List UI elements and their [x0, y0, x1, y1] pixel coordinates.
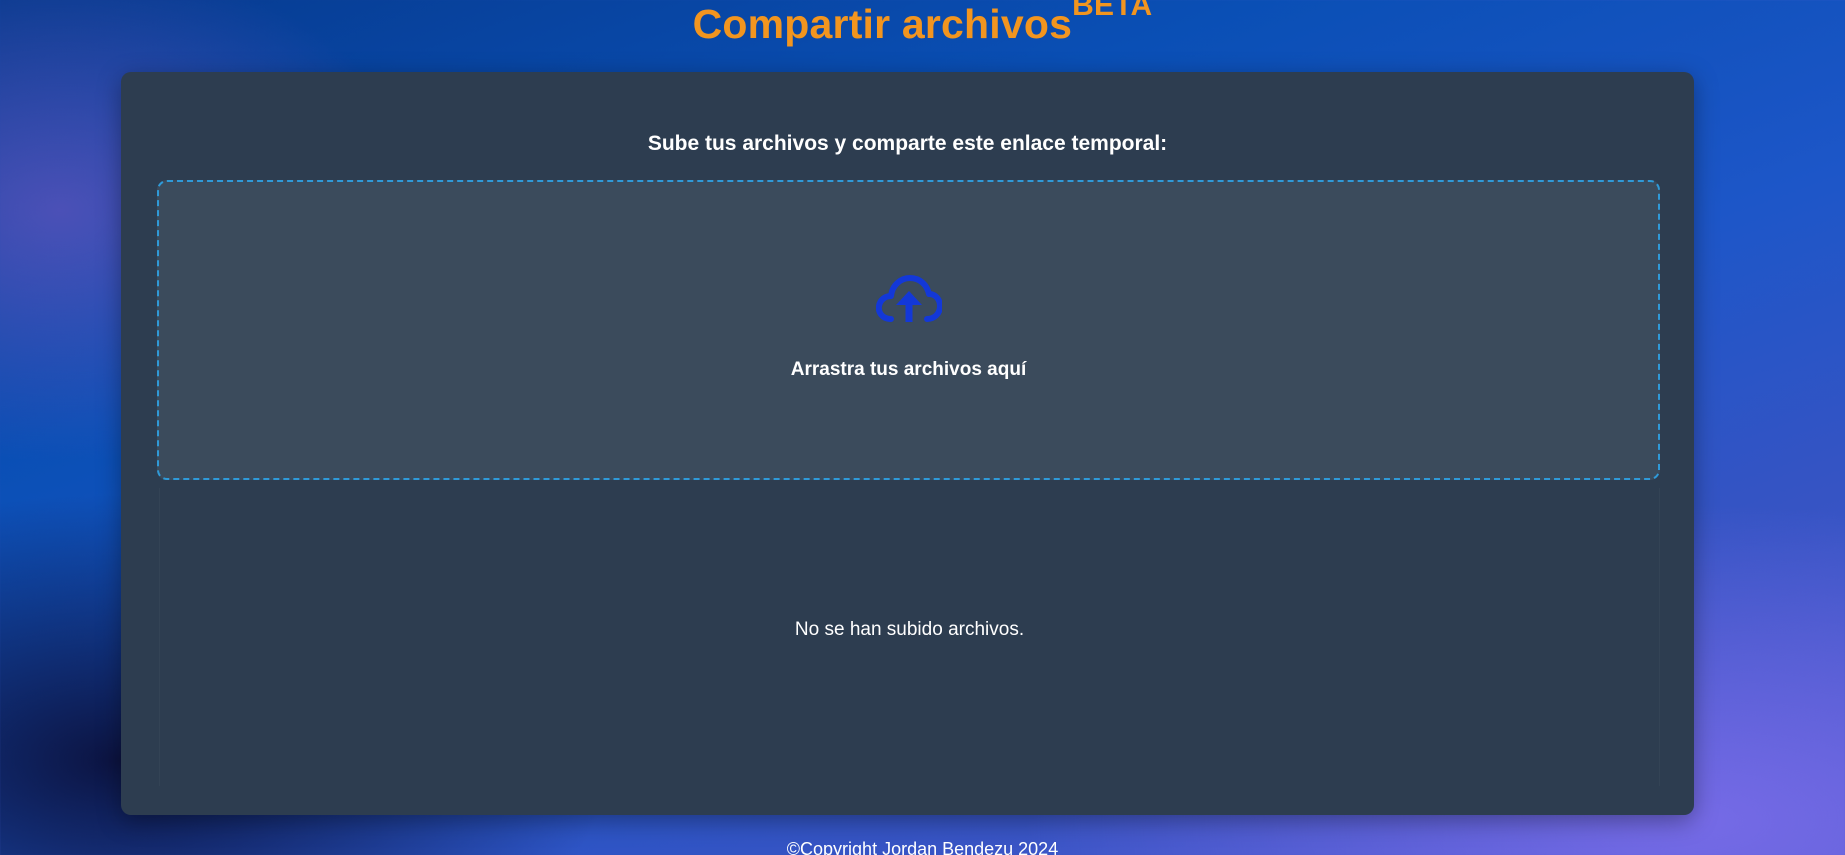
uploaded-files-list: No se han subido archivos. — [159, 488, 1660, 786]
instructions-text: Sube tus archivos y comparte este enlace… — [647, 132, 1168, 155]
dropzone-label: Arrastra tus archivos aquí — [790, 359, 1027, 380]
cloud-upload-icon — [875, 275, 942, 322]
beta-badge: BETA — [1072, 0, 1153, 22]
footer-copyright: ©Copyright Jordan Bendezu 2024 — [786, 839, 1059, 855]
upload-card: Sube tus archivos y comparte este enlace… — [121, 72, 1694, 815]
page-title: Compartir archivosBETA — [0, 0, 1845, 48]
page-title-text: Compartir archivos — [692, 1, 1073, 47]
file-dropzone[interactable]: Arrastra tus archivos aquí — [157, 180, 1660, 480]
empty-files-message: No se han subido archivos. — [794, 619, 1025, 640]
